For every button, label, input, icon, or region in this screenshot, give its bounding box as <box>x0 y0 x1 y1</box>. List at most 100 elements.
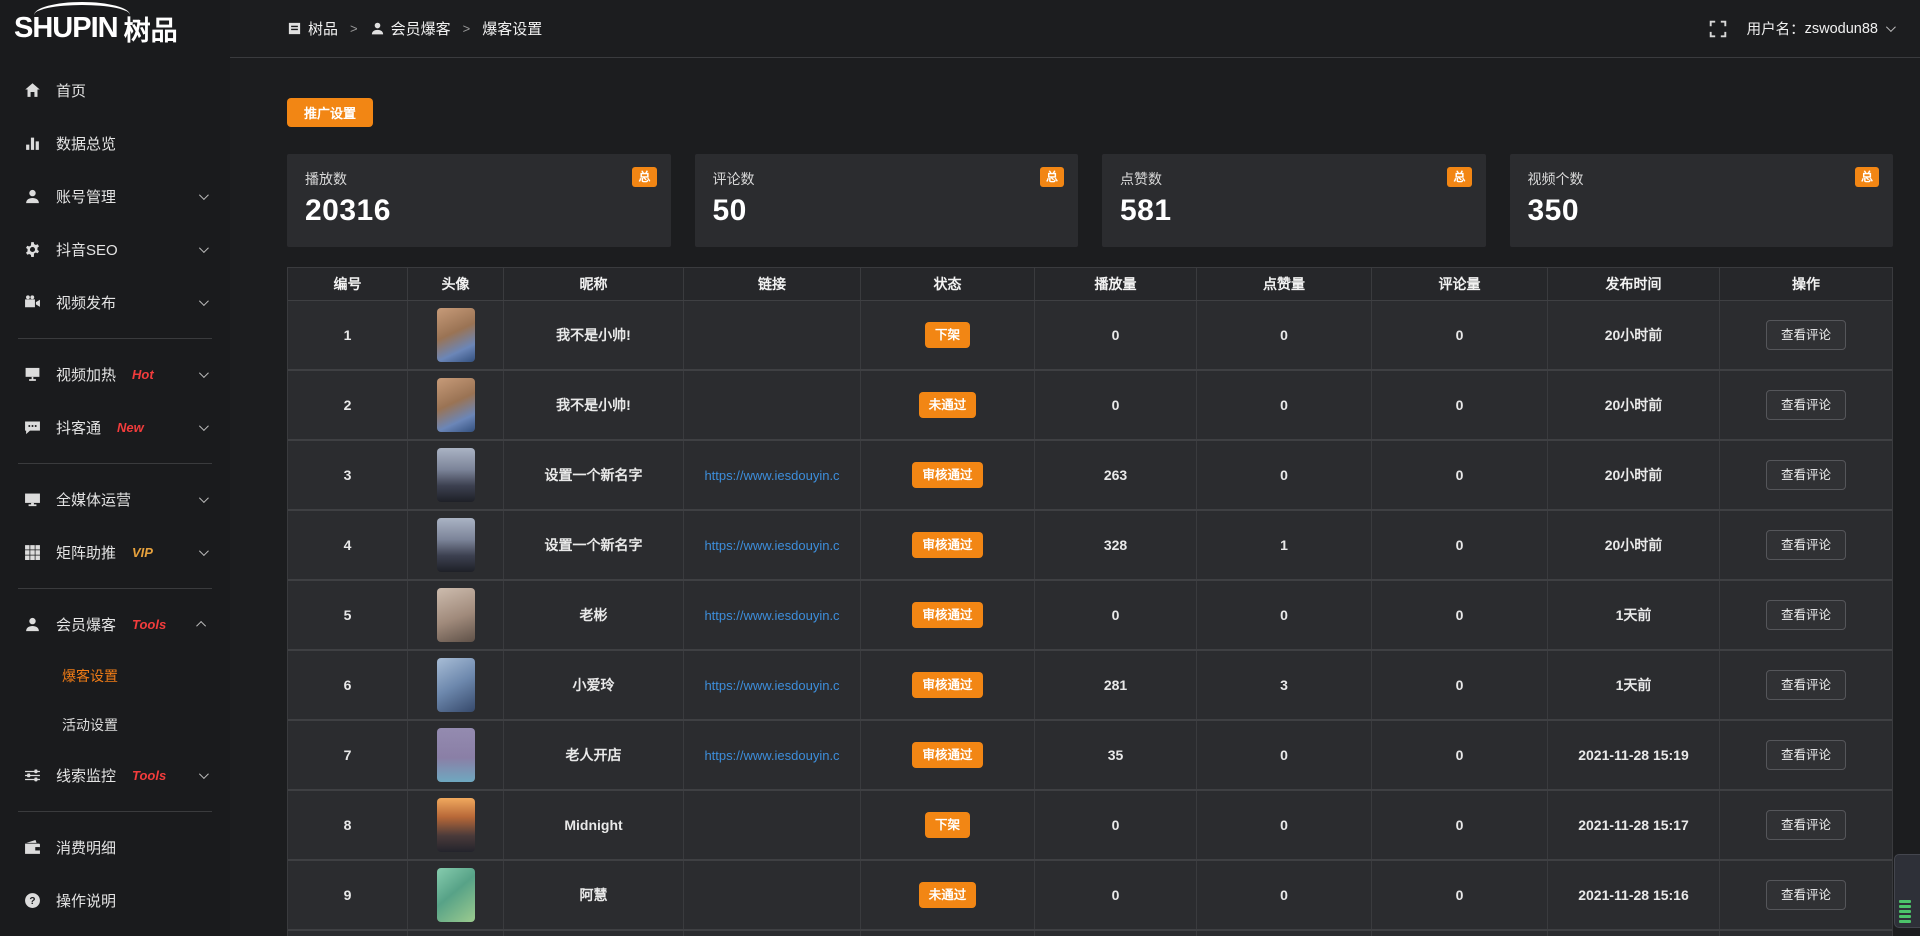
stat-value: 50 <box>713 194 1065 228</box>
sidebar-item-会员爆客[interactable]: 会员爆客 Tools <box>0 598 230 651</box>
sidebar-item-label: 数据总览 <box>56 133 116 154</box>
view-comments-button[interactable]: 查看评论 <box>1766 670 1846 701</box>
column-header-编号: 编号 <box>288 268 408 300</box>
video-link[interactable]: https://www.iesdouyin.c <box>704 678 839 693</box>
view-comments-button[interactable]: 查看评论 <box>1766 320 1846 351</box>
stat-card-videos: 视频个数 总 350 <box>1510 154 1894 247</box>
avatar <box>437 868 475 922</box>
view-comments-button[interactable]: 查看评论 <box>1766 530 1846 561</box>
sidebar-nav: 首页数据总览账号管理抖音SEO 视频发布视频加热Hot抖客通New 全媒体运营矩阵助… <box>0 56 230 927</box>
cell-link: https://www.iesdouyin.c <box>684 441 861 509</box>
sidebar: SHUPIN 树品 首页数据总览账号管理抖音SEO 视频发布视频加热Hot抖客通N… <box>0 0 230 936</box>
avatar <box>437 308 475 362</box>
stat-value: 20316 <box>305 194 657 228</box>
video-link[interactable]: https://www.iesdouyin.c <box>704 538 839 553</box>
sidebar-item-抖客通[interactable]: 抖客通New <box>0 401 230 454</box>
breadcrumb-item-爆客设置[interactable]: 爆客设置 <box>482 18 542 39</box>
wallet-icon <box>24 839 41 856</box>
sliders-icon <box>24 767 41 784</box>
table-header: 编号头像昵称链接状态播放量点赞量评论量发布时间操作 <box>288 268 1892 301</box>
cell-comments: 0 <box>1372 301 1548 369</box>
table-body: 1 我不是小帅! 下架 0 0 0 20小时前 查看评论 2 我不是小帅! 未通 <box>288 301 1892 936</box>
cell-comments: 0 <box>1372 441 1548 509</box>
status-badge[interactable]: 未通过 <box>919 882 977 909</box>
sidebar-item-线索监控[interactable]: 线索监控Tools <box>0 749 230 802</box>
cell-action: 查看评论 <box>1720 581 1892 649</box>
sidebar-item-tag: Tools <box>132 617 166 632</box>
sidebar-subitem-爆客设置[interactable]: 爆客设置 <box>0 651 230 700</box>
stat-total-badge: 总 <box>1040 167 1064 187</box>
cell-plays: 0 <box>1035 371 1197 439</box>
cell-time: 20小时前 <box>1548 301 1720 369</box>
svg-text:?: ? <box>29 896 35 907</box>
cell-plays: 35 <box>1035 721 1197 789</box>
user-menu[interactable]: 用户名： zswodun88 <box>1747 18 1893 39</box>
gear-icon <box>24 241 41 258</box>
sidebar-item-矩阵助推[interactable]: 矩阵助推VIP <box>0 526 230 579</box>
heat-icon <box>24 366 41 383</box>
sidebar-item-数据总览[interactable]: 数据总览 <box>0 117 230 170</box>
cell-likes: 0 <box>1197 301 1372 369</box>
sidebar-item-账号管理[interactable]: 账号管理 <box>0 170 230 223</box>
cell-likes: 0 <box>1197 441 1372 509</box>
breadcrumb-item-树品[interactable]: 树品 <box>287 18 338 39</box>
promo-settings-button[interactable]: 推广设置 <box>287 98 373 127</box>
sidebar-item-视频加热[interactable]: 视频加热Hot <box>0 348 230 401</box>
chevron-down-icon <box>199 493 209 503</box>
sidebar-item-消费明细[interactable]: 消费明细 <box>0 821 230 874</box>
username-value: zswodun88 <box>1805 21 1878 37</box>
stat-total-badge: 总 <box>1447 167 1471 187</box>
video-link[interactable]: https://www.iesdouyin.c <box>704 748 839 763</box>
app-logo[interactable]: SHUPIN 树品 <box>0 0 230 56</box>
sidebar-subitem-活动设置[interactable]: 活动设置 <box>0 700 230 749</box>
sidebar-item-视频发布[interactable]: 视频发布 <box>0 276 230 329</box>
view-comments-button[interactable]: 查看评论 <box>1766 740 1846 771</box>
user-icon <box>370 21 385 36</box>
status-badge[interactable]: 审核通过 <box>912 602 982 629</box>
cell-id: 3 <box>288 441 408 509</box>
floating-widget[interactable] <box>1894 854 1920 928</box>
cell-id <box>288 931 408 936</box>
sidebar-item-首页[interactable]: 首页 <box>0 64 230 117</box>
sidebar-item-tag: Tools <box>132 768 166 783</box>
video-link[interactable]: https://www.iesdouyin.c <box>704 608 839 623</box>
sidebar-divider <box>18 811 212 812</box>
cell-id: 1 <box>288 301 408 369</box>
view-comments-button[interactable]: 查看评论 <box>1766 880 1846 911</box>
avatar <box>437 378 475 432</box>
stat-value: 581 <box>1120 194 1472 228</box>
fullscreen-icon[interactable] <box>1709 20 1727 38</box>
view-comments-button[interactable]: 查看评论 <box>1766 600 1846 631</box>
status-badge[interactable]: 未通过 <box>919 392 977 419</box>
video-link[interactable]: https://www.iesdouyin.c <box>704 468 839 483</box>
cell-nickname: Midnight <box>504 791 684 859</box>
stat-total-badge: 总 <box>1855 167 1879 187</box>
sidebar-item-全媒体运营[interactable]: 全媒体运营 <box>0 473 230 526</box>
sidebar-item-label: 会员爆客 <box>56 614 116 635</box>
chevron-down-icon <box>199 368 209 378</box>
sidebar-item-抖音SEO[interactable]: 抖音SEO <box>0 223 230 276</box>
breadcrumb-separator: > <box>350 21 358 36</box>
sidebar-item-label: 视频发布 <box>56 292 116 313</box>
cell-avatar <box>408 441 504 509</box>
avatar <box>437 448 475 502</box>
cell-avatar <box>408 511 504 579</box>
status-badge[interactable]: 审核通过 <box>912 462 982 489</box>
view-comments-button[interactable]: 查看评论 <box>1766 810 1846 841</box>
chevron-down-icon <box>1886 22 1896 32</box>
view-comments-button[interactable]: 查看评论 <box>1766 390 1846 421</box>
status-badge[interactable]: 审核通过 <box>912 532 982 559</box>
cell-plays: 0 <box>1035 861 1197 929</box>
view-comments-button[interactable]: 查看评论 <box>1766 460 1846 491</box>
table-row: 1 我不是小帅! 下架 0 0 0 20小时前 查看评论 <box>288 301 1892 371</box>
sidebar-item-操作说明[interactable]: ?操作说明 <box>0 874 230 927</box>
sidebar-item-label: 视频加热 <box>56 364 116 385</box>
sidebar-item-label: 首页 <box>56 80 86 101</box>
cell-link <box>684 371 861 439</box>
status-badge[interactable]: 审核通过 <box>912 672 982 699</box>
status-badge[interactable]: 下架 <box>925 322 970 349</box>
status-badge[interactable]: 下架 <box>925 812 970 839</box>
status-badge[interactable]: 审核通过 <box>912 742 982 769</box>
cell-nickname: 我不是小帅! <box>504 301 684 369</box>
breadcrumb-item-会员爆客[interactable]: 会员爆客 <box>370 18 451 39</box>
